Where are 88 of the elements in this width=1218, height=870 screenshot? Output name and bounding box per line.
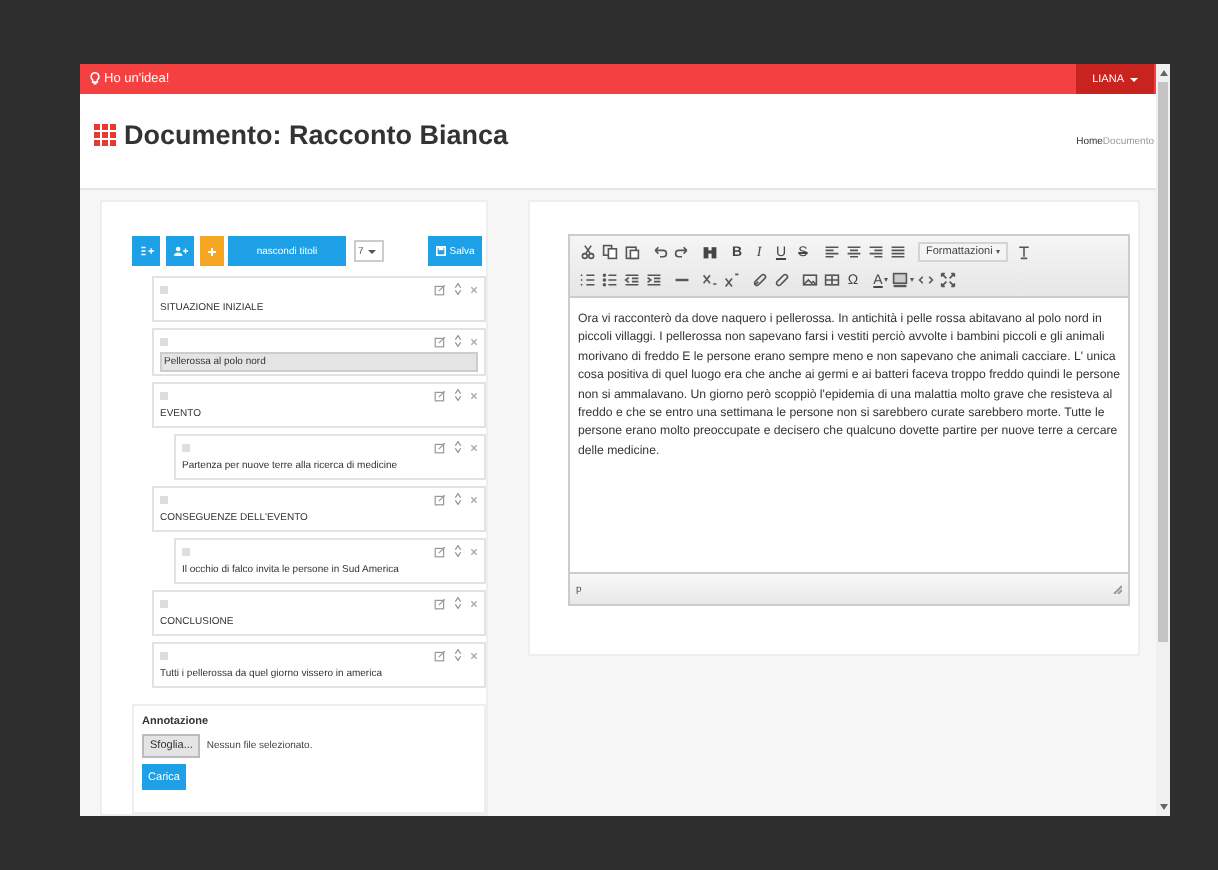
- background-color-button[interactable]: [892, 269, 914, 291]
- numbered-list-icon: [579, 272, 595, 288]
- justify-button[interactable]: [886, 241, 908, 263]
- drag-handle-icon: [182, 547, 190, 555]
- close-icon: [470, 391, 478, 399]
- redo-button[interactable]: [670, 241, 692, 263]
- image-button[interactable]: [798, 269, 820, 291]
- background-color-icon: [892, 272, 908, 288]
- close-icon: [470, 285, 478, 293]
- drag-handle-icon: [182, 443, 190, 451]
- move-icon: [454, 492, 462, 506]
- copy-icon: [601, 244, 617, 260]
- move-icon: [454, 334, 462, 348]
- cut-button[interactable]: [576, 241, 598, 263]
- edit-icon: [434, 649, 446, 661]
- scroll-down-icon: [1159, 804, 1167, 810]
- edit-icon: [434, 441, 446, 453]
- indent-icon: [645, 272, 661, 288]
- page-title: Documento: Racconto Bianca: [124, 120, 509, 154]
- user-plus-icon: [173, 246, 187, 256]
- grid-icon: [94, 124, 116, 146]
- edit-icon: [434, 493, 446, 505]
- drag-handle-icon: [160, 337, 168, 345]
- justify-icon: [889, 244, 905, 260]
- move-icon: [454, 596, 462, 610]
- close-icon: [470, 599, 478, 607]
- move-icon: [454, 388, 462, 402]
- edit-icon: [434, 597, 446, 609]
- copy-button[interactable]: [598, 241, 620, 263]
- align-center-icon: [845, 244, 861, 260]
- drag-handle-icon: [160, 651, 168, 659]
- add-user-button[interactable]: [166, 236, 194, 266]
- move-icon: [454, 544, 462, 558]
- edit-icon: [434, 389, 446, 401]
- edit-icon: [434, 335, 446, 347]
- link-button[interactable]: [748, 269, 770, 291]
- unlink-icon: [773, 272, 789, 288]
- close-icon: [470, 337, 478, 345]
- undo-icon: [651, 244, 667, 260]
- remove-format-icon: [1015, 244, 1032, 260]
- align-right-button[interactable]: [864, 241, 886, 263]
- move-icon: [454, 648, 462, 662]
- edit-icon: [434, 545, 446, 557]
- redo-icon: [673, 244, 689, 260]
- subscript-icon: [701, 272, 717, 288]
- close-icon: [470, 495, 478, 503]
- bullet-list-button[interactable]: [598, 269, 620, 291]
- scroll-up-icon: [1159, 70, 1167, 76]
- paste-button[interactable]: [620, 241, 642, 263]
- plus-icon: [208, 247, 216, 255]
- floppy-disk-icon: [435, 246, 446, 256]
- move-icon: [454, 440, 462, 454]
- drag-handle-icon: [160, 495, 168, 503]
- close-icon: [470, 547, 478, 555]
- subscript-button[interactable]: [698, 269, 720, 291]
- link-icon: [751, 272, 767, 288]
- maximize-icon: [939, 272, 955, 288]
- binoculars-button[interactable]: [698, 241, 720, 263]
- list-plus-icon: [139, 246, 153, 256]
- paste-icon: [623, 244, 639, 260]
- move-icon: [454, 282, 462, 296]
- align-left-button[interactable]: [820, 241, 842, 263]
- outdent-icon: [623, 272, 639, 288]
- image-icon: [801, 272, 817, 288]
- drag-handle-icon: [160, 599, 168, 607]
- drag-handle-icon: [160, 285, 168, 293]
- maximize-button[interactable]: [936, 269, 958, 291]
- align-right-icon: [867, 244, 883, 260]
- edit-icon: [434, 283, 446, 295]
- source-code-icon: [917, 272, 933, 288]
- resize-grip-icon: [1112, 584, 1122, 594]
- cut-icon: [579, 244, 595, 260]
- superscript-button[interactable]: [720, 269, 742, 291]
- outdent-button[interactable]: [620, 269, 642, 291]
- indent-button[interactable]: [642, 269, 664, 291]
- numbered-list-button[interactable]: [576, 269, 598, 291]
- align-center-button[interactable]: [842, 241, 864, 263]
- superscript-icon: [723, 272, 739, 288]
- unlink-button[interactable]: [770, 269, 792, 291]
- close-icon: [470, 443, 478, 451]
- bullet-list-icon: [601, 272, 617, 288]
- table-icon: [823, 272, 839, 288]
- align-left-icon: [823, 244, 839, 260]
- close-icon: [470, 651, 478, 659]
- drag-handle-icon: [160, 391, 168, 399]
- lightbulb-icon: [90, 72, 100, 86]
- table-button[interactable]: [820, 269, 842, 291]
- scrollbar-thumb[interactable]: [1158, 82, 1168, 642]
